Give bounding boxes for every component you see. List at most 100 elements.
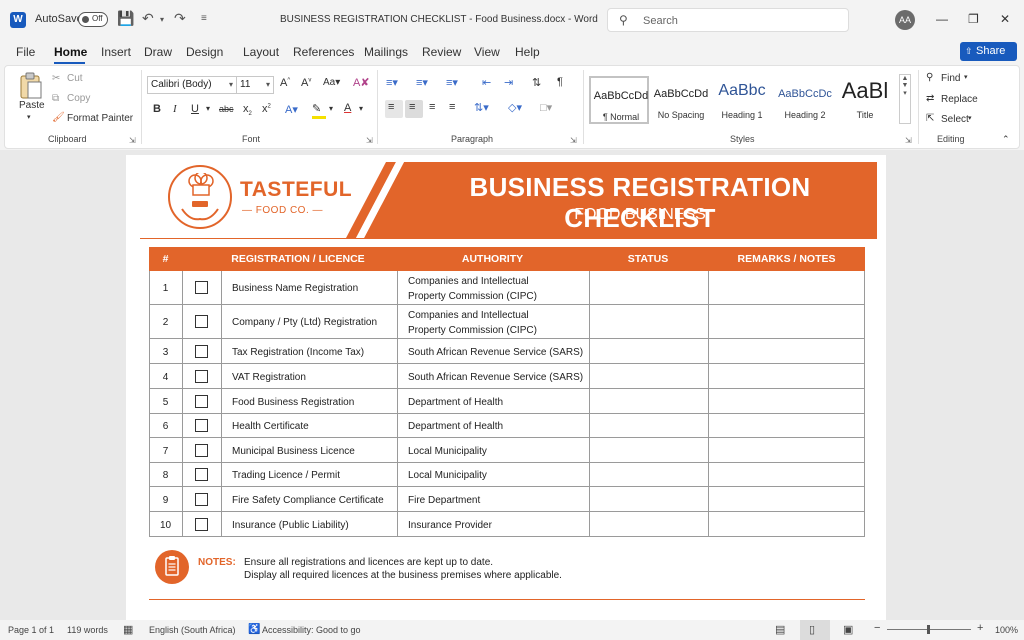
- save-icon[interactable]: 💾: [117, 10, 134, 27]
- tab-insert[interactable]: Insert: [101, 45, 131, 59]
- zoom-slider-handle[interactable]: [927, 625, 930, 634]
- styles-launcher-icon[interactable]: ⇲: [905, 136, 912, 145]
- search-box[interactable]: ⚲ Search: [607, 8, 849, 32]
- grow-font-icon[interactable]: A^: [280, 77, 290, 89]
- select-icon[interactable]: ⇱: [926, 113, 934, 124]
- cut-icon[interactable]: ✂: [52, 73, 60, 84]
- subscript-icon[interactable]: x2: [243, 103, 252, 117]
- tab-design[interactable]: Design: [186, 45, 223, 59]
- user-avatar[interactable]: AA: [895, 10, 915, 30]
- paragraph-launcher-icon[interactable]: ⇲: [570, 136, 577, 145]
- align-right-icon[interactable]: ≡: [429, 101, 435, 113]
- paste-label[interactable]: Paste: [19, 100, 45, 111]
- find-icon[interactable]: ⚲: [926, 72, 933, 83]
- row-checkbox[interactable]: [195, 492, 208, 506]
- collapse-ribbon-icon[interactable]: ⌃: [1002, 134, 1010, 145]
- tab-help[interactable]: Help: [515, 45, 540, 59]
- borders-icon[interactable]: □▾: [540, 101, 552, 114]
- accessibility-icon[interactable]: ♿: [248, 624, 260, 635]
- replace-label[interactable]: Replace: [941, 94, 978, 105]
- bold-icon[interactable]: B: [153, 103, 161, 115]
- maximize-icon[interactable]: ❐: [968, 12, 979, 26]
- undo-icon[interactable]: ↶: [142, 10, 154, 27]
- font-size-dropdown[interactable]: 11 ▾: [236, 76, 274, 94]
- text-effects-icon[interactable]: A▾: [285, 103, 298, 116]
- share-button[interactable]: ⇧ Share: [960, 42, 1017, 61]
- paste-icon[interactable]: [19, 72, 43, 100]
- style-normal[interactable]: AaBbCcDd ¶ Normal: [589, 76, 649, 124]
- tab-mailings[interactable]: Mailings: [364, 45, 408, 59]
- customize-toolbar-icon[interactable]: ≡: [201, 13, 207, 24]
- align-left-icon[interactable]: ≡: [388, 101, 394, 113]
- proofing-icon[interactable]: ▦: [123, 623, 133, 636]
- tab-review[interactable]: Review: [422, 45, 461, 59]
- superscript-icon[interactable]: x2: [262, 103, 271, 115]
- tab-draw[interactable]: Draw: [144, 45, 172, 59]
- change-case-icon[interactable]: Aa▾: [323, 77, 340, 88]
- line-spacing-icon[interactable]: ⇅▾: [474, 101, 489, 114]
- web-layout-icon[interactable]: ▣: [843, 623, 853, 636]
- shading-icon[interactable]: ◇▾: [508, 101, 522, 114]
- row-checkbox[interactable]: [195, 369, 208, 383]
- zoom-level[interactable]: 100%: [995, 625, 1018, 635]
- word-count[interactable]: 119 words: [67, 625, 108, 635]
- undo-dropdown-icon[interactable]: ▾: [160, 15, 164, 24]
- align-center-icon[interactable]: ≡: [409, 101, 415, 113]
- underline-icon[interactable]: U: [191, 103, 199, 115]
- tab-file[interactable]: File: [16, 45, 35, 59]
- justify-icon[interactable]: ≡: [449, 101, 455, 113]
- minimize-icon[interactable]: —: [936, 12, 948, 26]
- styles-gallery-scroll[interactable]: ▲ ▼ ▾: [899, 74, 911, 124]
- row-checkbox[interactable]: [195, 394, 208, 408]
- find-dropdown-icon[interactable]: ▾: [964, 73, 968, 81]
- shrink-font-icon[interactable]: Av: [301, 77, 311, 89]
- font-color-icon[interactable]: A: [344, 102, 351, 114]
- select-label[interactable]: Select: [941, 114, 969, 125]
- multilevel-list-icon[interactable]: ≡▾: [446, 76, 458, 89]
- style-heading-2[interactable]: AaBbCcDc Heading 2: [775, 76, 835, 124]
- row-checkbox[interactable]: [195, 315, 208, 328]
- highlight-icon[interactable]: ✎: [312, 102, 321, 115]
- redo-icon[interactable]: ↷: [174, 10, 186, 27]
- font-launcher-icon[interactable]: ⇲: [366, 136, 373, 145]
- font-name-dropdown[interactable]: Calibri (Body) ▾: [147, 76, 237, 94]
- tab-references[interactable]: References: [293, 45, 354, 59]
- sort-icon[interactable]: ⇅: [532, 76, 541, 89]
- bullets-icon[interactable]: ≡▾: [386, 76, 398, 89]
- print-layout-icon[interactable]: ▯: [809, 623, 815, 636]
- row-checkbox[interactable]: [195, 517, 208, 531]
- row-checkbox[interactable]: [195, 443, 208, 457]
- italic-icon[interactable]: I: [173, 103, 177, 115]
- autosave-toggle[interactable]: Off: [78, 12, 108, 27]
- zoom-out-icon[interactable]: −: [874, 622, 880, 634]
- accessibility-status[interactable]: Accessibility: Good to go: [262, 625, 361, 635]
- replace-icon[interactable]: ⇄: [926, 93, 934, 104]
- font-color-dropdown-icon[interactable]: ▾: [359, 104, 363, 113]
- zoom-in-icon[interactable]: +: [977, 622, 983, 634]
- style-heading-1[interactable]: AaBbc Heading 1: [712, 76, 772, 124]
- format-painter-icon[interactable]: 🖌: [52, 112, 65, 123]
- find-label[interactable]: Find: [941, 73, 960, 84]
- row-checkbox[interactable]: [195, 344, 208, 358]
- read-mode-icon[interactable]: ▤: [775, 623, 785, 636]
- paste-dropdown-icon[interactable]: ▾: [27, 113, 31, 121]
- tab-layout[interactable]: Layout: [243, 45, 279, 59]
- row-checkbox[interactable]: [195, 419, 208, 432]
- page-count[interactable]: Page 1 of 1: [8, 625, 54, 635]
- increase-indent-icon[interactable]: ⇥: [504, 76, 513, 89]
- show-formatting-icon[interactable]: ¶: [557, 76, 563, 88]
- copy-icon[interactable]: ⧉: [52, 93, 59, 104]
- copy-label[interactable]: Copy: [67, 93, 90, 104]
- strikethrough-icon[interactable]: abc: [219, 104, 234, 114]
- numbering-icon[interactable]: ≡▾: [416, 76, 428, 89]
- style-no-spacing[interactable]: AaBbCcDd No Spacing: [651, 76, 711, 124]
- select-dropdown-icon[interactable]: ▾: [968, 114, 972, 122]
- cut-label[interactable]: Cut: [67, 73, 83, 84]
- clear-formatting-icon[interactable]: A✘: [353, 76, 370, 89]
- decrease-indent-icon[interactable]: ⇤: [482, 76, 491, 89]
- row-checkbox[interactable]: [195, 468, 208, 481]
- underline-dropdown-icon[interactable]: ▾: [206, 104, 210, 113]
- format-painter-label[interactable]: Format Painter: [67, 113, 133, 124]
- tab-home[interactable]: Home: [54, 45, 87, 59]
- style-title[interactable]: AaBl Title: [835, 76, 895, 124]
